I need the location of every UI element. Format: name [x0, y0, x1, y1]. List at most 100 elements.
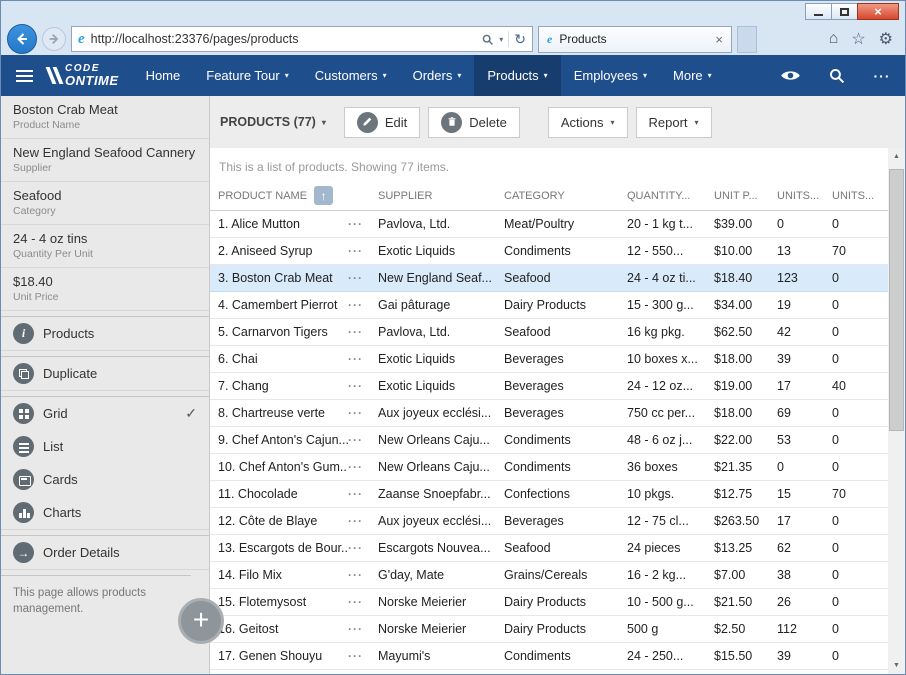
table-row[interactable]: 3. Boston Crab Meat ··· New England Seaf… [210, 265, 888, 292]
nav-item-employees[interactable]: Employees ▾ [561, 55, 660, 96]
row-ellipsis-button[interactable]: ··· [348, 433, 378, 447]
settings-button[interactable]: ⚙ [879, 29, 893, 49]
search-button[interactable] [813, 55, 859, 96]
address-bar[interactable]: e http://localhost:23376/pages/products … [71, 26, 533, 52]
scroll-down-arrow[interactable]: ▼ [888, 657, 905, 674]
column-header-category[interactable]: CATEGORY [504, 190, 627, 202]
search-icon [829, 69, 844, 84]
cell-quantity: 750 cc per... [627, 406, 696, 420]
nav-item-home[interactable]: Home [133, 55, 194, 96]
vertical-scrollbar[interactable]: ▲ ▼ [888, 148, 905, 674]
nav-item-more[interactable]: More ▾ [660, 55, 725, 96]
table-row[interactable]: 15. Flotemysost ··· Norske Meierier Dair… [210, 589, 888, 616]
nav-item-label: Employees [573, 68, 638, 83]
row-ellipsis-button[interactable]: ··· [348, 217, 378, 231]
sort-ascending-icon[interactable]: ↑ [314, 186, 334, 205]
url-text[interactable]: http://localhost:23376/pages/products [91, 32, 476, 46]
new-tab-button[interactable] [737, 25, 757, 53]
favorites-button[interactable]: ☆ [851, 29, 865, 49]
sidebar-view-grid[interactable]: Grid ✓ [1, 397, 209, 430]
nav-item-feature-tour[interactable]: Feature Tour ▾ [193, 55, 301, 96]
sidebar-summary-item[interactable]: $18.40 Unit Price [1, 268, 209, 311]
sidebar-summary-item[interactable]: Boston Crab Meat Product Name [1, 96, 209, 139]
cell-unit-price: $34.00 [714, 298, 753, 312]
app-logo[interactable]: CODE ONTIME [45, 55, 133, 96]
minimize-button[interactable] [805, 3, 832, 20]
row-ellipsis-button[interactable]: ··· [348, 379, 378, 393]
table-row[interactable]: 7. Chang ··· Exotic Liquids Beverages 24… [210, 373, 888, 400]
table-row[interactable]: 9. Chef Anton's Cajun... ··· New Orleans… [210, 427, 888, 454]
list-title-dropdown[interactable]: PRODUCTS (77) ▾ [220, 115, 326, 129]
tab-close-icon[interactable]: × [715, 32, 723, 47]
row-ellipsis-button[interactable]: ··· [348, 595, 378, 609]
table-row[interactable]: 8. Chartreuse verte ··· Aux joyeux ecclé… [210, 400, 888, 427]
table-row[interactable]: 11. Chocolade ··· Zaanse Snoepfabr... Co… [210, 481, 888, 508]
nav-item-orders[interactable]: Orders ▾ [400, 55, 475, 96]
maximize-button[interactable] [831, 3, 858, 20]
search-icon[interactable] [481, 33, 494, 46]
row-ellipsis-button[interactable]: ··· [348, 568, 378, 582]
row-ellipsis-button[interactable]: ··· [348, 487, 378, 501]
table-row[interactable]: 16. Geitost ··· Norske Meierier Dairy Pr… [210, 616, 888, 643]
table-row[interactable]: 6. Chai ··· Exotic Liquids Beverages 10 … [210, 346, 888, 373]
preview-eye-button[interactable] [767, 55, 813, 96]
table-row[interactable]: 5. Carnarvon Tigers ··· Pavlova, Ltd. Se… [210, 319, 888, 346]
close-button[interactable]: × [857, 3, 899, 20]
logo-bottom-text: ONTIME [65, 73, 119, 88]
row-ellipsis-button[interactable]: ··· [348, 406, 378, 420]
sidebar-view-list[interactable]: List [1, 430, 209, 463]
sidebar-item-products[interactable]: i Products [1, 317, 209, 350]
eye-icon [780, 71, 800, 80]
delete-button[interactable]: Delete [428, 106, 520, 138]
row-ellipsis-button[interactable]: ··· [348, 325, 378, 339]
row-ellipsis-button[interactable]: ··· [348, 622, 378, 636]
browser-tab[interactable]: e Products × [538, 25, 732, 53]
forward-button[interactable] [42, 27, 66, 51]
address-bar-icons: ▾ ↻ [481, 31, 526, 48]
sidebar-view-charts[interactable]: Charts [1, 496, 209, 529]
table-row[interactable]: 14. Filo Mix ··· G'day, Mate Grains/Cere… [210, 562, 888, 589]
actions-button[interactable]: Actions ▾ [547, 106, 628, 138]
row-ellipsis-button[interactable]: ··· [348, 514, 378, 528]
column-header-units-in-stock[interactable]: UNITS... [777, 190, 832, 202]
row-ellipsis-button[interactable]: ··· [348, 271, 378, 285]
table-row[interactable]: 12. Côte de Blaye ··· Aux joyeux ecclési… [210, 508, 888, 535]
row-ellipsis-button[interactable]: ··· [348, 460, 378, 474]
sidebar-item-duplicate[interactable]: Duplicate [1, 357, 209, 390]
table-row[interactable]: 17. Genen Shouyu ··· Mayumi's Condiments… [210, 643, 888, 670]
row-ellipsis-button[interactable]: ··· [348, 244, 378, 258]
column-header-units-on-order[interactable]: UNITS... [832, 190, 888, 202]
column-header-product-name[interactable]: PRODUCT NAME ↑ [218, 186, 378, 205]
edit-button[interactable]: Edit [343, 106, 421, 138]
table-row[interactable]: 4. Camembert Pierrot ··· Gai pâturage Da… [210, 292, 888, 319]
table-row[interactable]: 10. Chef Anton's Gum... ··· New Orleans … [210, 454, 888, 481]
home-button[interactable]: ⌂ [829, 30, 839, 48]
refresh-button[interactable]: ↻ [514, 31, 526, 48]
sidebar-item-order-details[interactable]: → Order Details [1, 536, 209, 569]
table-row[interactable]: 13. Escargots de Bour... ··· Escargots N… [210, 535, 888, 562]
arrow-right-icon: → [13, 542, 34, 563]
table-row[interactable]: 1. Alice Mutton ··· Pavlova, Ltd. Meat/P… [210, 211, 888, 238]
sidebar-view-cards[interactable]: Cards [1, 463, 209, 496]
nav-item-customers[interactable]: Customers ▾ [302, 55, 400, 96]
sidebar-summary-item[interactable]: New England Seafood Cannery Supplier [1, 139, 209, 182]
scrollbar-thumb[interactable] [889, 169, 904, 431]
column-header-quantity[interactable]: QUANTITY... [627, 190, 714, 202]
table-row[interactable]: 2. Aniseed Syrup ··· Exotic Liquids Cond… [210, 238, 888, 265]
add-record-fab[interactable]: + [178, 598, 224, 644]
sidebar-summary-item[interactable]: Seafood Category [1, 182, 209, 225]
sidebar-summary-item[interactable]: 24 - 4 oz tins Quantity Per Unit [1, 225, 209, 268]
nav-item-products[interactable]: Products ▾ [474, 55, 561, 96]
report-button[interactable]: Report ▾ [635, 106, 712, 138]
menu-icon[interactable] [1, 55, 47, 96]
row-ellipsis-button[interactable]: ··· [348, 298, 378, 312]
scroll-up-arrow[interactable]: ▲ [888, 148, 905, 165]
row-ellipsis-button[interactable]: ··· [348, 541, 378, 555]
column-header-unit-price[interactable]: UNIT P... [714, 190, 777, 202]
column-header-supplier[interactable]: SUPPLIER [378, 190, 504, 202]
row-ellipsis-button[interactable]: ··· [348, 649, 378, 663]
back-button[interactable] [7, 24, 37, 54]
row-ellipsis-button[interactable]: ··· [348, 352, 378, 366]
more-options-button[interactable]: ··· [859, 55, 905, 96]
autocomplete-dropdown-icon[interactable]: ▾ [499, 35, 503, 44]
